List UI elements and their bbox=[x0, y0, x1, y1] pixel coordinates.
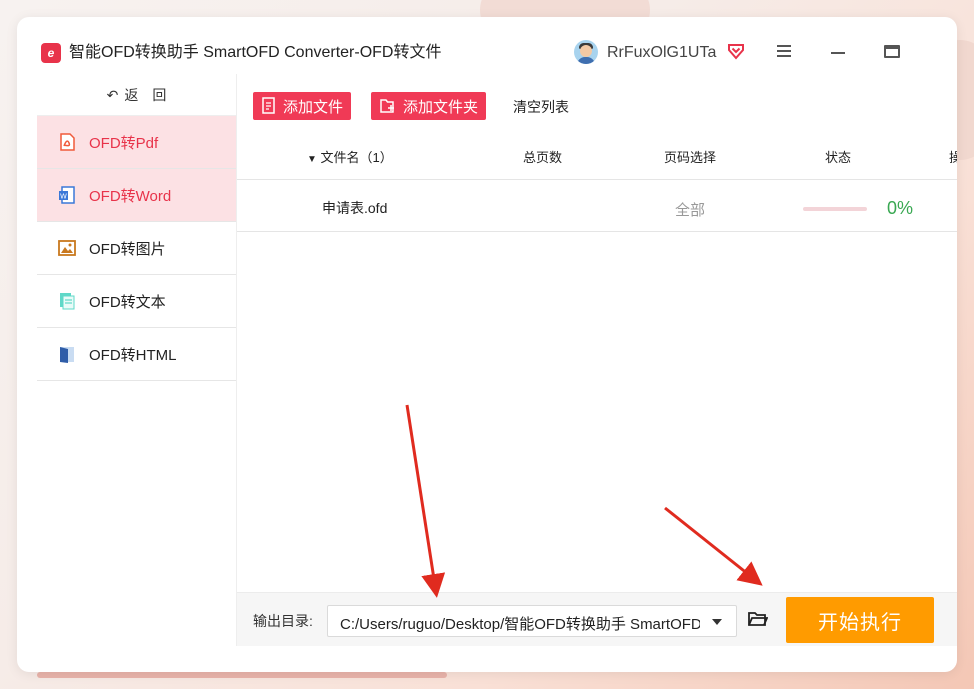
pdf-icon bbox=[60, 133, 75, 151]
column-label: 文件名（1） bbox=[320, 150, 393, 165]
image-icon bbox=[58, 240, 76, 256]
column-filename[interactable]: ▼ 文件名（1） bbox=[307, 150, 393, 168]
add-file-label: 添加文件 bbox=[283, 98, 344, 116]
clear-list-button[interactable]: 清空列表 bbox=[513, 97, 569, 117]
minimize-icon[interactable] bbox=[831, 52, 845, 54]
sidebar-item-label: OFD转Pdf bbox=[89, 134, 159, 152]
add-folder-label: 添加文件夹 bbox=[403, 98, 479, 116]
sidebar-item-ofd-to-word[interactable]: W OFD转Word bbox=[37, 169, 236, 222]
start-button[interactable]: 开始执行 bbox=[786, 597, 934, 643]
sidebar-item-ofd-to-html[interactable]: OFD转HTML bbox=[37, 328, 236, 381]
username[interactable]: RrFuxOlG1UTa bbox=[607, 43, 716, 63]
sidebar-item-label: OFD转HTML bbox=[89, 346, 177, 364]
vip-icon[interactable] bbox=[726, 41, 746, 61]
file-name: 申请表.ofd bbox=[322, 200, 388, 216]
app-title: 智能OFD转换助手 SmartOFD Converter-OFD转文件 bbox=[69, 44, 442, 61]
add-folder-button[interactable]: 添加文件夹 bbox=[371, 92, 487, 120]
folder-open-icon[interactable] bbox=[748, 611, 768, 627]
avatar[interactable] bbox=[574, 40, 598, 64]
menu-icon[interactable] bbox=[777, 45, 791, 57]
add-folder-icon bbox=[380, 99, 394, 113]
add-file-button[interactable]: 添加文件 bbox=[253, 92, 352, 120]
sidebar-item-ofd-to-image[interactable]: OFD转图片 bbox=[37, 222, 236, 275]
table-row[interactable]: 申请表.ofd 全部 0% bbox=[237, 182, 957, 232]
app-window: e 智能OFD转换助手 SmartOFD Converter-OFD转文件 Rr… bbox=[17, 17, 957, 672]
output-dir-value: C:/Users/ruguo/Desktop/智能OFD转换助手 SmartOF… bbox=[340, 616, 700, 633]
page-select[interactable]: 全部 bbox=[675, 199, 705, 220]
word-icon: W bbox=[59, 186, 75, 204]
sidebar-item-label: OFD转Word bbox=[89, 187, 172, 205]
back-button[interactable]: ↶ 返 回 bbox=[37, 74, 236, 116]
maximize-icon[interactable] bbox=[884, 45, 900, 58]
table-header: ▼ 文件名（1） 总页数 页码选择 状态 操 bbox=[237, 150, 957, 180]
sidebar-item-ofd-to-pdf[interactable]: OFD转Pdf bbox=[37, 116, 236, 169]
back-label: 返 回 bbox=[124, 87, 167, 103]
column-page-select: 页码选择 bbox=[664, 150, 717, 165]
app-logo-icon: e bbox=[41, 43, 61, 63]
output-footer: 输出目录: C:/Users/ruguo/Desktop/智能OFD转换助手 S… bbox=[237, 592, 957, 646]
column-actions: 操 bbox=[949, 150, 957, 165]
chevron-down-icon[interactable] bbox=[712, 619, 722, 625]
html-icon bbox=[60, 347, 74, 363]
column-status: 状态 bbox=[825, 150, 852, 165]
svg-text:W: W bbox=[60, 193, 67, 201]
sidebar-item-label: OFD转图片 bbox=[89, 240, 166, 258]
sort-caret-icon: ▼ bbox=[307, 154, 317, 165]
text-icon bbox=[60, 293, 75, 310]
add-file-icon bbox=[262, 97, 275, 114]
main-panel: 添加文件 添加文件夹 清空列表 ▼ 文件名（1） 总页数 页码选择 状态 操 申… bbox=[236, 74, 957, 646]
sidebar: ↶ 返 回 OFD转Pdf W OFD转Word OFD转图片 OFD转文本 O… bbox=[37, 74, 236, 646]
toolbar: 添加文件 添加文件夹 清空列表 bbox=[237, 74, 957, 124]
output-dir-label: 输出目录: bbox=[253, 613, 313, 629]
sidebar-item-ofd-to-text[interactable]: OFD转文本 bbox=[37, 275, 236, 328]
column-total-pages: 总页数 bbox=[523, 150, 563, 165]
progress-bar bbox=[803, 207, 867, 211]
sidebar-item-label: OFD转文本 bbox=[89, 293, 166, 311]
back-arrow-icon: ↶ bbox=[106, 87, 119, 103]
background-bar bbox=[37, 672, 447, 678]
title-bar: e 智能OFD转换助手 SmartOFD Converter-OFD转文件 Rr… bbox=[17, 17, 957, 72]
output-dir-select[interactable]: C:/Users/ruguo/Desktop/智能OFD转换助手 SmartOF… bbox=[327, 605, 737, 637]
status-percent: 0% bbox=[887, 198, 914, 218]
